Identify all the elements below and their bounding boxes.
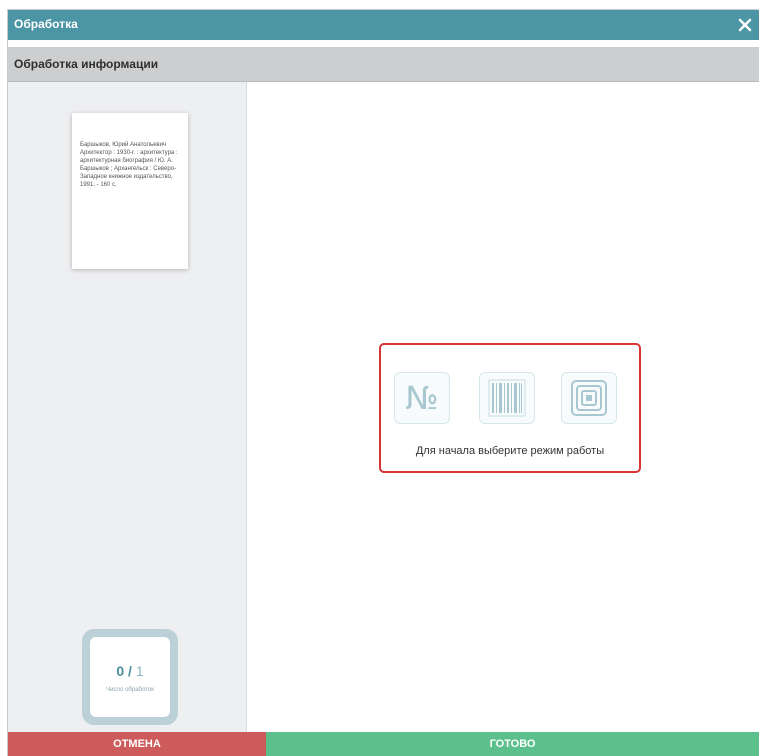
title-bar: Обработка [8,10,759,40]
number-sign-icon: № [405,379,439,417]
section-title: Обработка информации [14,57,159,71]
done-button[interactable]: ГОТОВО [266,732,759,756]
rfid-tag-icon [571,380,607,416]
close-icon [738,18,752,32]
mode-number-button[interactable]: № [394,372,450,424]
cancel-button[interactable]: ОТМЕНА [8,732,266,756]
record-card[interactable]: Баршыков, Юрий Анатольевич Архитектор : … [72,113,188,269]
counter-caption: Число обработок [106,687,154,693]
dialog-title: Обработка [14,17,78,31]
processing-counter: 0 / 1 Число обработок [82,629,178,725]
mode-rfid-button[interactable] [561,372,617,424]
counter-total: 1 [135,663,144,679]
barcode-icon [488,379,526,417]
counter-current: 0 [116,663,125,679]
processing-dialog: Обработка Обработка информации Баршыков,… [8,10,759,756]
mode-selector: № Для начала выберите режим работы [379,343,641,473]
mode-barcode-button[interactable] [479,372,535,424]
counter-value: 0 / 1 [90,663,170,679]
counter-separator: / [124,663,136,679]
record-card-text: Баршыков, Юрий Анатольевич Архитектор : … [80,142,178,188]
left-panel: Баршыков, Юрий Анатольевич Архитектор : … [8,82,247,732]
mode-hint: Для начала выберите режим работы [415,445,605,457]
close-button[interactable] [733,13,757,37]
counter-body: 0 / 1 Число обработок [90,637,170,717]
section-header: Обработка информации [8,47,759,82]
